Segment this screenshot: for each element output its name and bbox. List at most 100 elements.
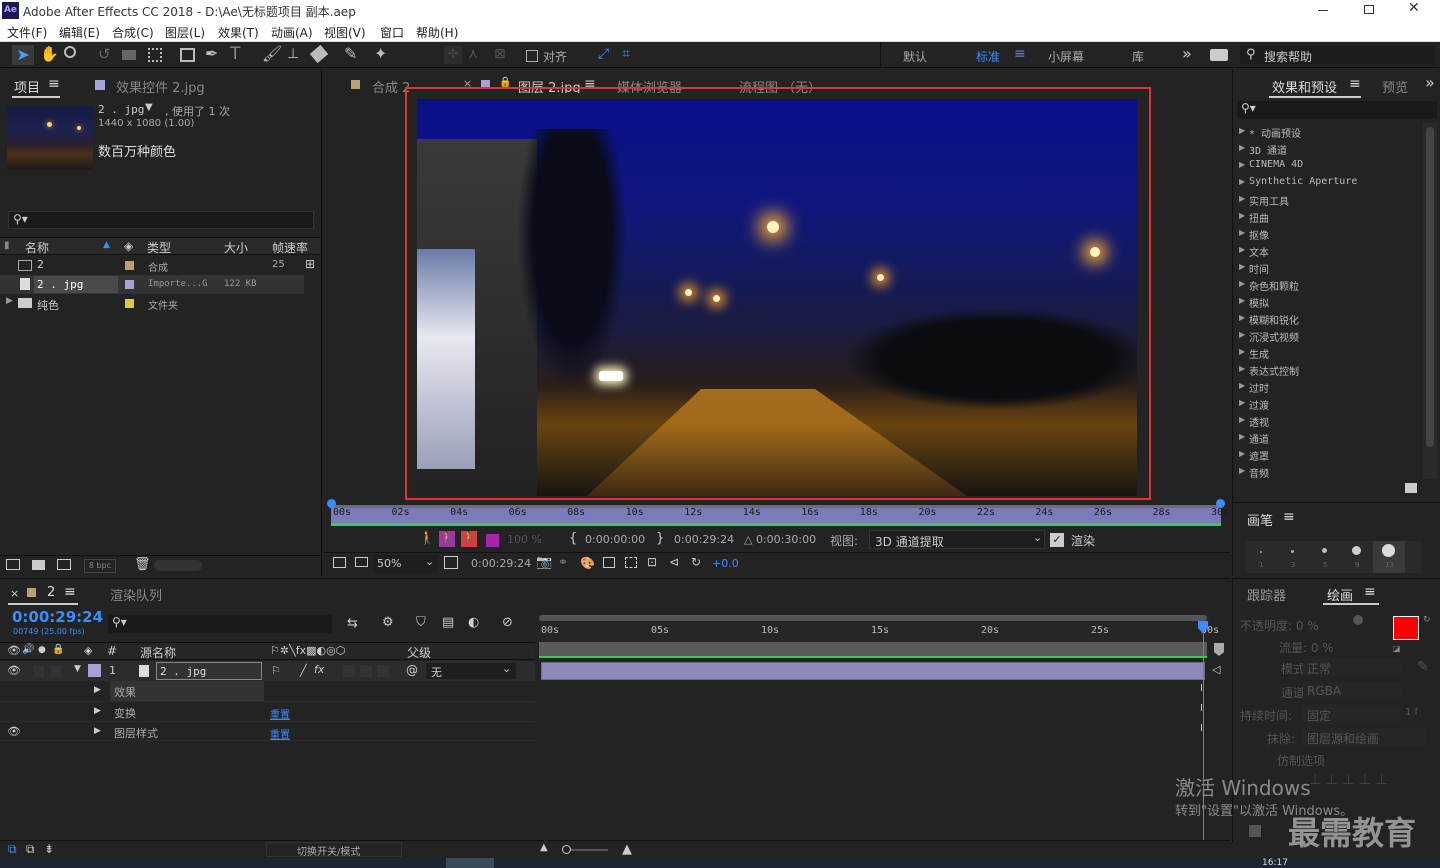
- close-tab-icon[interactable]: ×: [10, 587, 19, 600]
- hand-tool-icon[interactable]: ✋: [40, 45, 59, 63]
- switch-box[interactable]: [377, 665, 389, 677]
- brushes-menu-icon[interactable]: ≡: [1283, 509, 1295, 525]
- camera-tool-icon[interactable]: [122, 50, 136, 60]
- swap-colors-icon[interactable]: ↻: [1423, 615, 1431, 625]
- reset-link[interactable]: 重置: [270, 706, 290, 721]
- expand-icon[interactable]: ▶: [94, 685, 101, 695]
- expand-icon[interactable]: ▶: [94, 706, 101, 716]
- zoom-dropdown[interactable]: 50% ⌄: [373, 555, 437, 573]
- property-row[interactable]: ▶ 变换 重置: [0, 701, 535, 721]
- render-checkbox[interactable]: ✓: [1050, 533, 1064, 547]
- menu-animation[interactable]: 动画(A): [271, 24, 313, 41]
- effects-category-item[interactable]: ▶ 遮罩: [1237, 446, 1423, 463]
- out-point-time[interactable]: 0:00:29:24: [674, 533, 734, 546]
- clone-checkbox[interactable]: [1249, 825, 1261, 837]
- restore-icon[interactable]: [1364, 5, 1374, 14]
- expand-icon[interactable]: ▶: [1239, 466, 1245, 475]
- view-axis-icon[interactable]: ⊠: [494, 46, 506, 62]
- effects-menu-icon[interactable]: ≡: [1349, 76, 1361, 92]
- effects-category-item[interactable]: ▶ 3D 通道: [1237, 140, 1423, 157]
- col-source-name[interactable]: 源名称: [140, 644, 176, 661]
- layer-name-field[interactable]: 2 . jpg: [156, 662, 262, 680]
- effects-category-item[interactable]: ▶ CINEMA 4D: [1237, 157, 1423, 174]
- frame-blending-icon[interactable]: ▤: [442, 615, 454, 630]
- menu-help[interactable]: 帮助(H): [416, 24, 458, 41]
- clone-stamp-tool-icon[interactable]: ⊥: [287, 46, 299, 62]
- expand-icon[interactable]: ▶: [1239, 449, 1245, 458]
- col-size[interactable]: 大小: [224, 239, 248, 256]
- tab-brushes[interactable]: 画笔: [1247, 510, 1273, 529]
- zoom-in-icon[interactable]: ▲: [622, 842, 632, 857]
- type-tool-icon[interactable]: T: [230, 44, 240, 64]
- zoom-slider[interactable]: [562, 845, 608, 854]
- snap-checkbox[interactable]: [526, 50, 538, 62]
- new-bin-icon[interactable]: [1405, 483, 1417, 493]
- shy-switch-icon[interactable]: ⚐: [271, 664, 281, 677]
- project-search-field[interactable]: ⚲▾: [8, 211, 314, 229]
- motion-path-icon[interactable]: 🚶: [419, 531, 435, 546]
- transparency-grid-icon[interactable]: [625, 557, 637, 568]
- workspace-libraries[interactable]: 库: [1132, 48, 1144, 65]
- out-point-icon[interactable]: }: [656, 531, 664, 546]
- rectangle-tool-icon[interactable]: [180, 48, 195, 62]
- effects-category-item[interactable]: ▶ 实用工具: [1237, 191, 1423, 208]
- expand-icon[interactable]: ▶: [1239, 398, 1245, 407]
- effects-category-item[interactable]: ▶ 表达式控制: [1237, 361, 1423, 378]
- workspace-default[interactable]: 默认: [903, 48, 927, 65]
- menu-view[interactable]: 视图(V): [324, 24, 366, 41]
- tab-preview[interactable]: 预览: [1382, 77, 1408, 96]
- effects-category-item[interactable]: ▶ 杂色和颗粒: [1237, 276, 1423, 293]
- current-timecode[interactable]: 0:00:29:24: [12, 608, 103, 626]
- view-dropdown[interactable]: 3D 通道提取 ⌄: [869, 530, 1045, 549]
- motion-blur-icon[interactable]: ◐: [468, 615, 479, 630]
- paint-menu-icon[interactable]: ≡: [1364, 584, 1376, 600]
- world-axis-icon[interactable]: ⋏: [468, 46, 478, 62]
- table-row[interactable]: 2 . jpg Importe...G 122 KB: [0, 275, 304, 294]
- expand-icon[interactable]: ▶: [1239, 313, 1245, 322]
- snapshot-icon[interactable]: 📷: [536, 555, 552, 570]
- close-icon[interactable]: ✕: [1408, 0, 1420, 16]
- channel-dropdown[interactable]: RGBA: [1303, 682, 1401, 700]
- eraser-tool-icon[interactable]: [309, 44, 329, 64]
- effects-category-item[interactable]: ▶ Synthetic Aperture: [1237, 174, 1423, 191]
- always-preview-icon[interactable]: [333, 557, 346, 568]
- taskbar-app-highlight[interactable]: [446, 858, 494, 868]
- graph-editor-icon[interactable]: ⊘: [502, 615, 513, 630]
- viewer-playhead[interactable]: [1216, 499, 1225, 508]
- 3d-view-icon[interactable]: ⊡: [647, 555, 657, 569]
- brush-tool-icon[interactable]: 🖌: [262, 44, 282, 63]
- expand-icon[interactable]: ▶: [1239, 432, 1245, 441]
- color-swatch-icon[interactable]: [486, 534, 499, 547]
- transparency-icon[interactable]: 🚶: [461, 531, 477, 547]
- expand-timing-icon[interactable]: ⇟: [44, 842, 54, 856]
- tab-paint[interactable]: 绘画: [1327, 585, 1353, 604]
- expand-icon[interactable]: ▶: [1239, 381, 1245, 390]
- menu-composition[interactable]: 合成(C): [112, 24, 154, 41]
- workspace-small-screen[interactable]: 小屏幕: [1048, 48, 1084, 65]
- parent-dropdown[interactable]: 无 ⌄: [426, 662, 516, 679]
- table-row[interactable]: 2 合成 25 ⊞: [0, 256, 315, 275]
- effects-category-item[interactable]: ▶ 生成: [1237, 344, 1423, 361]
- effects-category-item[interactable]: ▶ 透视: [1237, 412, 1423, 429]
- minimize-icon[interactable]: [1318, 10, 1328, 11]
- trash-icon[interactable]: 🗑: [134, 557, 151, 572]
- expand-icon[interactable]: ▶: [94, 726, 101, 736]
- mode-dropdown[interactable]: 正常: [1303, 658, 1401, 676]
- local-axis-icon[interactable]: ⊹: [444, 46, 462, 64]
- menu-edit[interactable]: 编辑(E): [59, 24, 100, 41]
- shy-layers-icon[interactable]: ⛉: [416, 615, 426, 630]
- interpret-footage-icon[interactable]: [6, 559, 20, 570]
- col-type[interactable]: 类型: [147, 239, 171, 256]
- help-search-box[interactable]: ⚲ 搜索帮助: [1240, 46, 1435, 65]
- effects-category-item[interactable]: ▶ 音频: [1237, 463, 1423, 480]
- in-point-icon[interactable]: {: [569, 531, 577, 546]
- expand-icon[interactable]: ▶: [1239, 347, 1245, 356]
- timeline-ruler[interactable]: 00s 05s 10s 15s 20s 25s 30s: [537, 615, 1219, 642]
- menu-layer[interactable]: 图层(L): [165, 24, 205, 41]
- menu-effect[interactable]: 效果(T): [218, 24, 259, 41]
- layer-solo-icon[interactable]: 🚶: [439, 531, 455, 547]
- switch-box[interactable]: [343, 665, 355, 677]
- effects-category-item[interactable]: ▶ 时间: [1237, 259, 1423, 276]
- layer-row[interactable]: 👁 ▼ 1 2 . jpg ⚐ ╱ fx @ 无 ⌄: [0, 661, 535, 681]
- menu-file[interactable]: 文件(F): [7, 24, 47, 41]
